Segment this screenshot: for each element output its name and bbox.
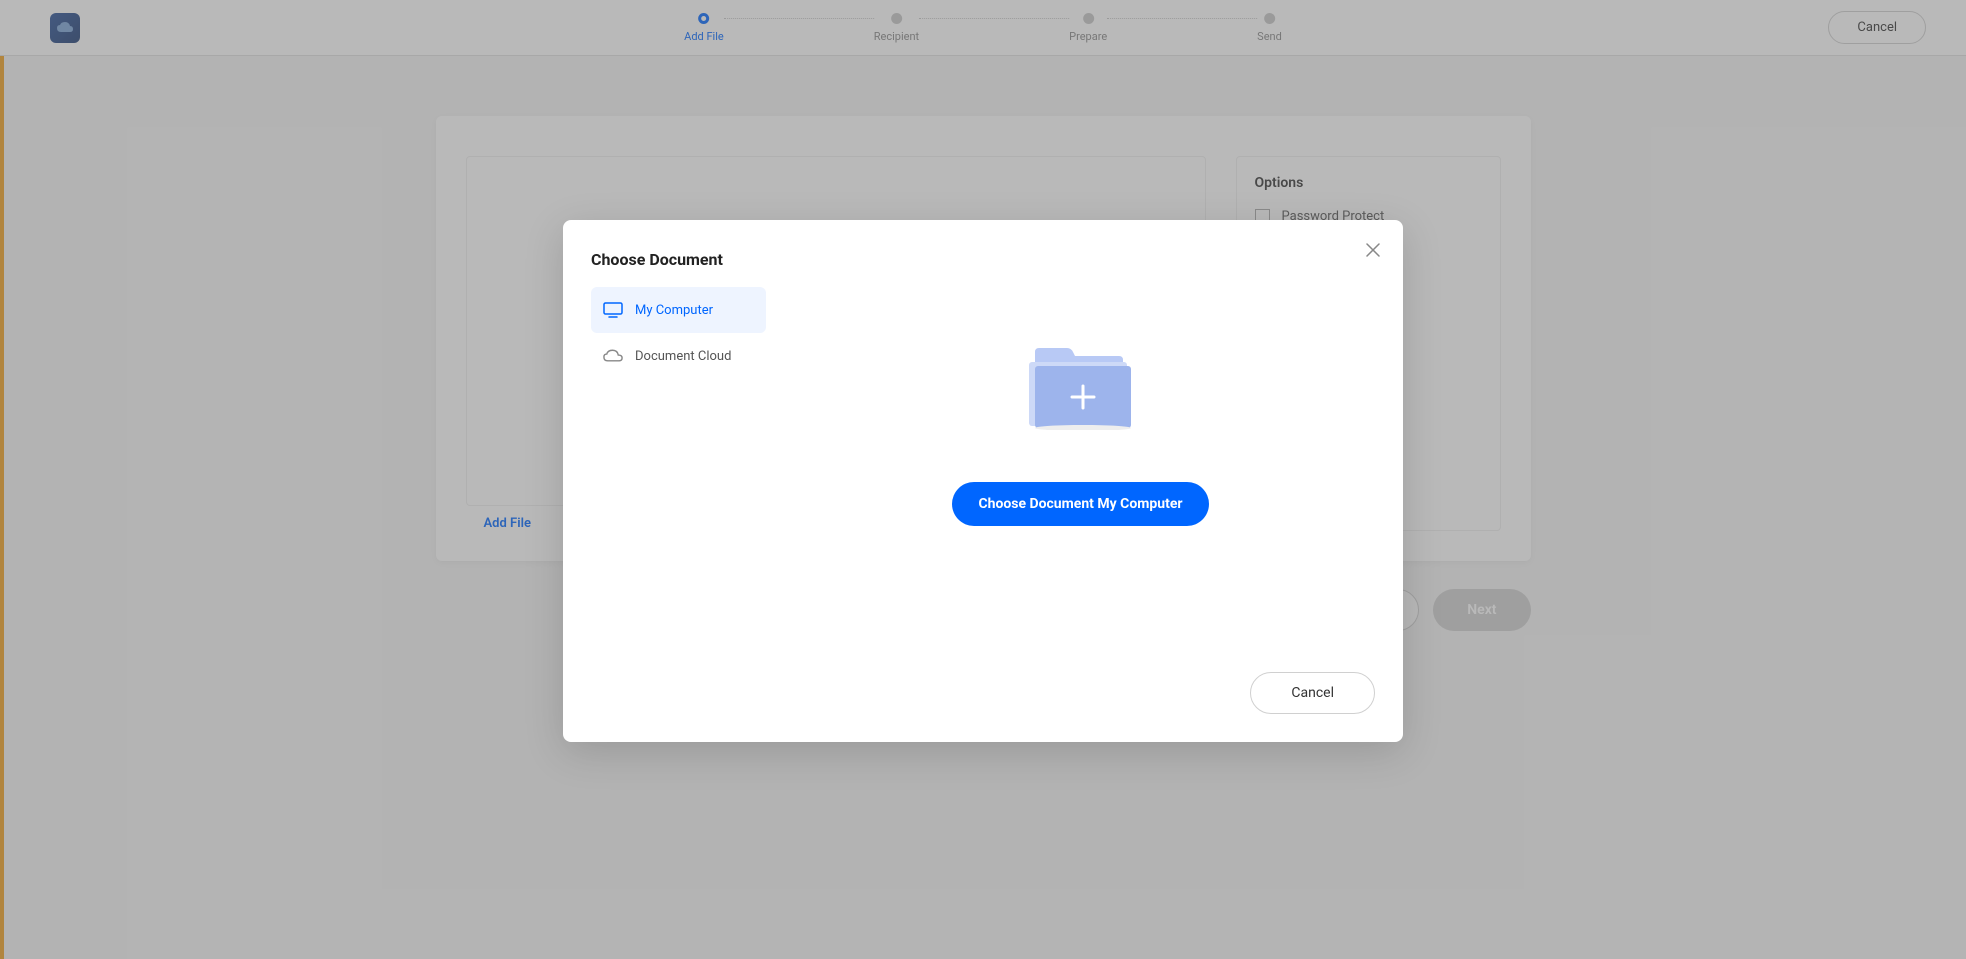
computer-icon (602, 299, 624, 321)
source-document-cloud[interactable]: Document Cloud (591, 333, 766, 379)
modal-title: Choose Document (591, 250, 1375, 269)
folder-plus-icon (1027, 348, 1135, 434)
choose-document-button[interactable]: Choose Document My Computer (952, 482, 1208, 526)
modal-cancel-button[interactable]: Cancel (1250, 672, 1375, 714)
modal-content-area: Choose Document My Computer (786, 287, 1375, 557)
close-icon[interactable] (1365, 242, 1381, 263)
choose-document-modal: Choose Document My Computer Document (563, 220, 1403, 742)
cloud-icon (602, 345, 624, 367)
source-label: Document Cloud (635, 349, 731, 364)
source-my-computer[interactable]: My Computer (591, 287, 766, 333)
source-label: My Computer (635, 303, 713, 318)
source-list: My Computer Document Cloud (591, 287, 766, 557)
